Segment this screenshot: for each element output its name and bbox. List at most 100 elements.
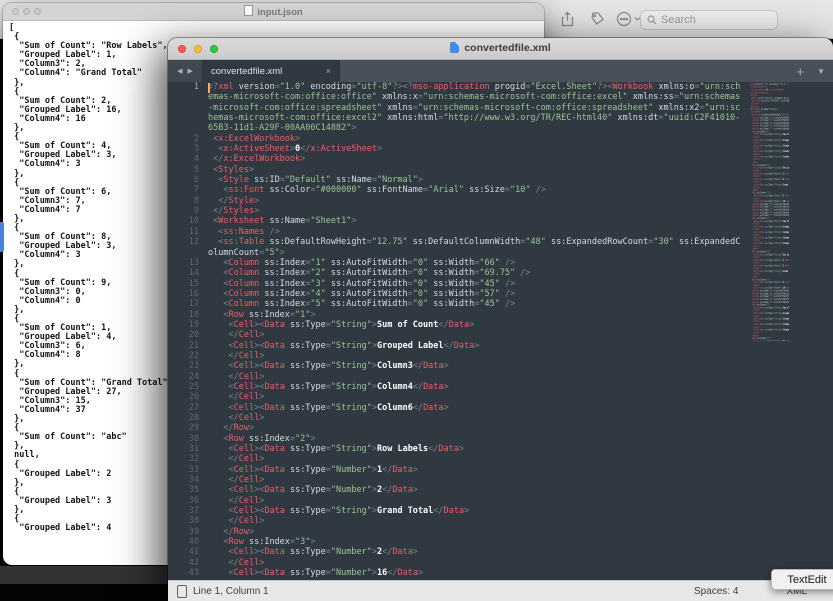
- line-number: 5: [168, 165, 208, 175]
- code-line[interactable]: 7 <ss:Font ss:Color="#000000" ss:FontNam…: [168, 185, 833, 195]
- tab-convertedfile-xml[interactable]: convertedfile.xml ×: [203, 60, 340, 82]
- code-line[interactable]: 14 <Column ss:Index="2" ss:AutoFitWidth=…: [168, 268, 833, 278]
- code-line[interactable]: 41 <Cell><Data ss:Type="Number">2</Data>: [168, 547, 833, 557]
- code-line[interactable]: 2 <x:ExcelWorkbook>: [168, 134, 833, 144]
- code-line[interactable]: 31 <Cell><Data ss:Type="String">Row Labe…: [168, 444, 833, 454]
- code-line[interactable]: 17 <Column ss:Index="5" ss:AutoFitWidth=…: [168, 299, 833, 309]
- code-line-text: </Cell>: [208, 475, 742, 485]
- line-number: 19: [168, 320, 208, 330]
- code-line[interactable]: 30 <Row ss:Index="2">: [168, 434, 833, 444]
- code-line[interactable]: 1<?xml version="1.0" encoding="utf-8"?><…: [168, 82, 833, 134]
- code-line[interactable]: 3 <x:ActiveSheet>0</x:ActiveSheet>: [168, 144, 833, 154]
- tab-menu-icon[interactable]: ▼: [817, 67, 825, 76]
- code-line[interactable]: 5 <Styles>: [168, 165, 833, 175]
- close-tab-icon[interactable]: ×: [326, 66, 331, 76]
- line-number: 38: [168, 516, 208, 526]
- code-line[interactable]: 25 <Cell><Data ss:Type="String">Column4<…: [168, 382, 833, 392]
- line-number: 37: [168, 506, 208, 516]
- line-number: 10: [168, 216, 208, 226]
- code-line[interactable]: 9 </Styles>: [168, 206, 833, 216]
- line-number: 24: [168, 372, 208, 382]
- code-line[interactable]: 40 <Row ss:Index="3">: [168, 537, 833, 547]
- line-number: 43: [168, 568, 208, 578]
- code-line[interactable]: 11 <ss:Names />: [168, 227, 833, 237]
- code-line[interactable]: 6 <Style ss:ID="Default" ss:Name="Normal…: [168, 175, 833, 185]
- code-line-text: <Cell><Data ss:Type="String">Column6</Da…: [208, 403, 742, 413]
- line-number: 3: [168, 144, 208, 154]
- code-line[interactable]: 18 <Row ss:Index="1">: [168, 310, 833, 320]
- code-line[interactable]: 22 </Cell>: [168, 351, 833, 361]
- code-line[interactable]: 15 <Column ss:Index="3" ss:AutoFitWidth=…: [168, 279, 833, 289]
- code-line-text: <Style ss:ID="Default" ss:Name="Normal">: [208, 175, 742, 185]
- code-line[interactable]: 4 </x:ExcelWorkbook>: [168, 154, 833, 164]
- line-number: 9: [168, 206, 208, 216]
- code-line[interactable]: 10 <Worksheet ss:Name="Sheet1">: [168, 216, 833, 226]
- dock-tooltip: TextEdit: [771, 569, 833, 590]
- share-icon[interactable]: [560, 11, 575, 32]
- search-input[interactable]: Search: [640, 10, 778, 30]
- back-icon[interactable]: ◀: [177, 67, 182, 75]
- tab-nav: ◀ ▶: [168, 60, 203, 82]
- line-number: 13: [168, 258, 208, 268]
- minimap-content: <?xml version="1.0" encoding="utf-8"?><?…: [749, 83, 789, 341]
- textedit-titlebar: input.json: [3, 3, 544, 21]
- code-line-text: </Cell>: [208, 454, 742, 464]
- code-line-text: </Cell>: [208, 516, 742, 526]
- code-line[interactable]: 34 </Cell>: [168, 475, 833, 485]
- line-number: 40: [168, 537, 208, 547]
- code-line[interactable]: 20 </Cell>: [168, 330, 833, 340]
- code-line-text: <ss:Names />: [208, 227, 742, 237]
- code-line-text: <Cell><Data ss:Type="Number">2</Data>: [208, 547, 742, 557]
- code-editor-area[interactable]: 1<?xml version="1.0" encoding="utf-8"?><…: [168, 82, 833, 581]
- line-number: 28: [168, 413, 208, 423]
- code-line-text: <Column ss:Index="5" ss:AutoFitWidth="0"…: [208, 299, 742, 309]
- code-line[interactable]: 12 <ss:Table ss:DefaultRowHeight="12.75"…: [168, 237, 833, 258]
- code-line-text: <Column ss:Index="4" ss:AutoFitWidth="0"…: [208, 289, 742, 299]
- code-line[interactable]: 37 <Cell><Data ss:Type="String">Grand To…: [168, 506, 833, 516]
- code-line[interactable]: 26 </Cell>: [168, 392, 833, 402]
- code-line-text: <Column ss:Index="3" ss:AutoFitWidth="0"…: [208, 279, 742, 289]
- vintage-mode-icon[interactable]: [177, 585, 187, 598]
- document-proxy-icon: [244, 5, 253, 16]
- textedit-window-title: input.json: [3, 5, 544, 18]
- code-line[interactable]: 21 <Cell><Data ss:Type="String">Grouped …: [168, 341, 833, 351]
- code-line-text: </Cell>: [208, 496, 742, 506]
- code-line[interactable]: 36 </Cell>: [168, 496, 833, 506]
- line-number: 22: [168, 351, 208, 361]
- code-line[interactable]: 42 </Cell>: [168, 558, 833, 568]
- code-line[interactable]: 19 <Cell><Data ss:Type="String">Sum of C…: [168, 320, 833, 330]
- code-line[interactable]: 8 </Style>: [168, 196, 833, 206]
- line-number: 20: [168, 330, 208, 340]
- code-line[interactable]: 23 <Cell><Data ss:Type="String">Column3<…: [168, 361, 833, 371]
- code-line[interactable]: 38 </Cell>: [168, 516, 833, 526]
- minimap[interactable]: <?xml version="1.0" encoding="utf-8"?><?…: [749, 83, 789, 341]
- code-line[interactable]: 32 </Cell>: [168, 454, 833, 464]
- code-line-text: </Cell>: [208, 392, 742, 402]
- new-tab-icon[interactable]: +: [796, 65, 804, 78]
- more-actions-icon[interactable]: [616, 11, 642, 32]
- line-number: 15: [168, 279, 208, 289]
- code-line[interactable]: 28 </Cell>: [168, 413, 833, 423]
- line-number: 16: [168, 289, 208, 299]
- code-line-text: <Row ss:Index="1">: [208, 310, 742, 320]
- code-line[interactable]: 27 <Cell><Data ss:Type="String">Column6<…: [168, 403, 833, 413]
- line-number: 21: [168, 341, 208, 351]
- code-line[interactable]: 24 </Cell>: [168, 372, 833, 382]
- tag-icon[interactable]: [589, 11, 605, 32]
- code-line[interactable]: 33 <Cell><Data ss:Type="Number">1</Data>: [168, 465, 833, 475]
- indent-setting[interactable]: Spaces: 4: [694, 586, 738, 597]
- code-line-text: <Row ss:Index="3">: [208, 537, 742, 547]
- code-line-text: </Cell>: [208, 558, 742, 568]
- code-line[interactable]: 16 <Column ss:Index="4" ss:AutoFitWidth=…: [168, 289, 833, 299]
- code-line-text: <Cell><Data ss:Type="Number">16</Data>: [208, 568, 742, 578]
- code-line[interactable]: 39 </Row>: [168, 527, 833, 537]
- code-line[interactable]: 13 <Column ss:Index="1" ss:AutoFitWidth=…: [168, 258, 833, 268]
- dock-edge: [0, 566, 170, 584]
- code-line[interactable]: 35 <Cell><Data ss:Type="Number">2</Data>: [168, 485, 833, 495]
- editor-window: convertedfile.xml ◀ ▶ convertedfile.xml …: [168, 38, 833, 601]
- code-line-text: </Style>: [208, 196, 742, 206]
- line-number: 17: [168, 299, 208, 309]
- code-line[interactable]: 29 </Row>: [168, 423, 833, 433]
- forward-icon[interactable]: ▶: [188, 67, 193, 75]
- code-line[interactable]: 43 <Cell><Data ss:Type="Number">16</Data…: [168, 568, 833, 578]
